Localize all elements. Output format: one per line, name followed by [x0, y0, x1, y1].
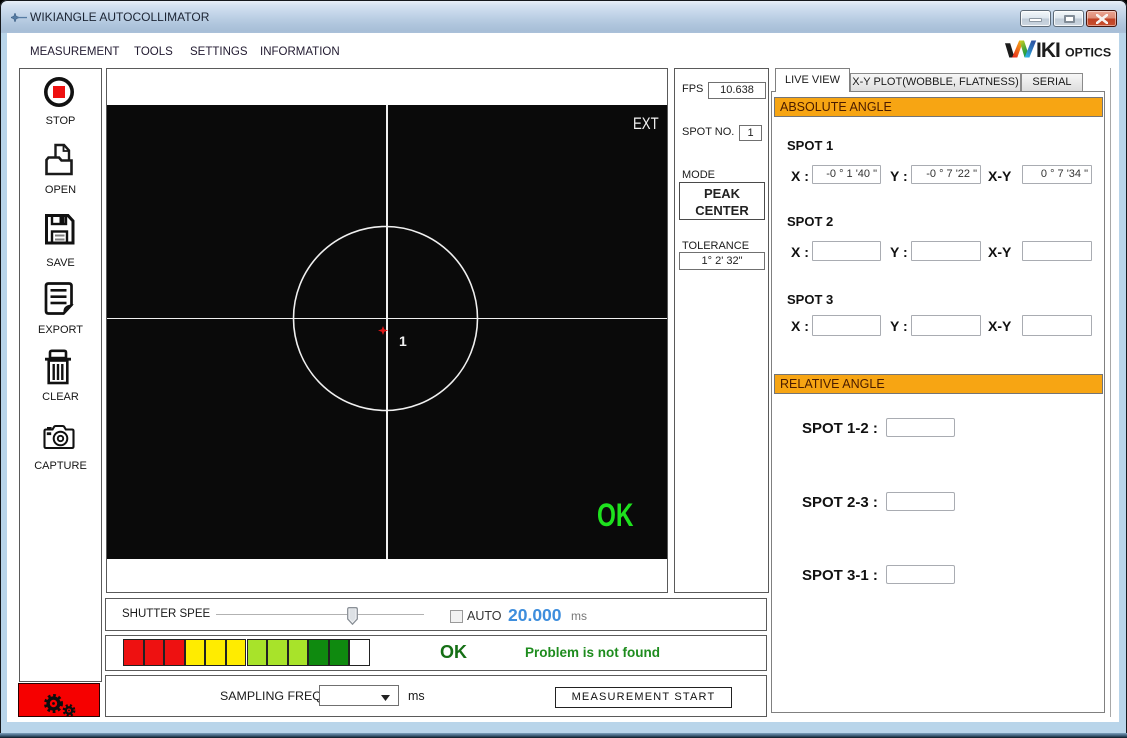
- svg-text:OPTICS: OPTICS: [1065, 46, 1111, 60]
- svg-text:IKI: IKI: [1036, 40, 1060, 59]
